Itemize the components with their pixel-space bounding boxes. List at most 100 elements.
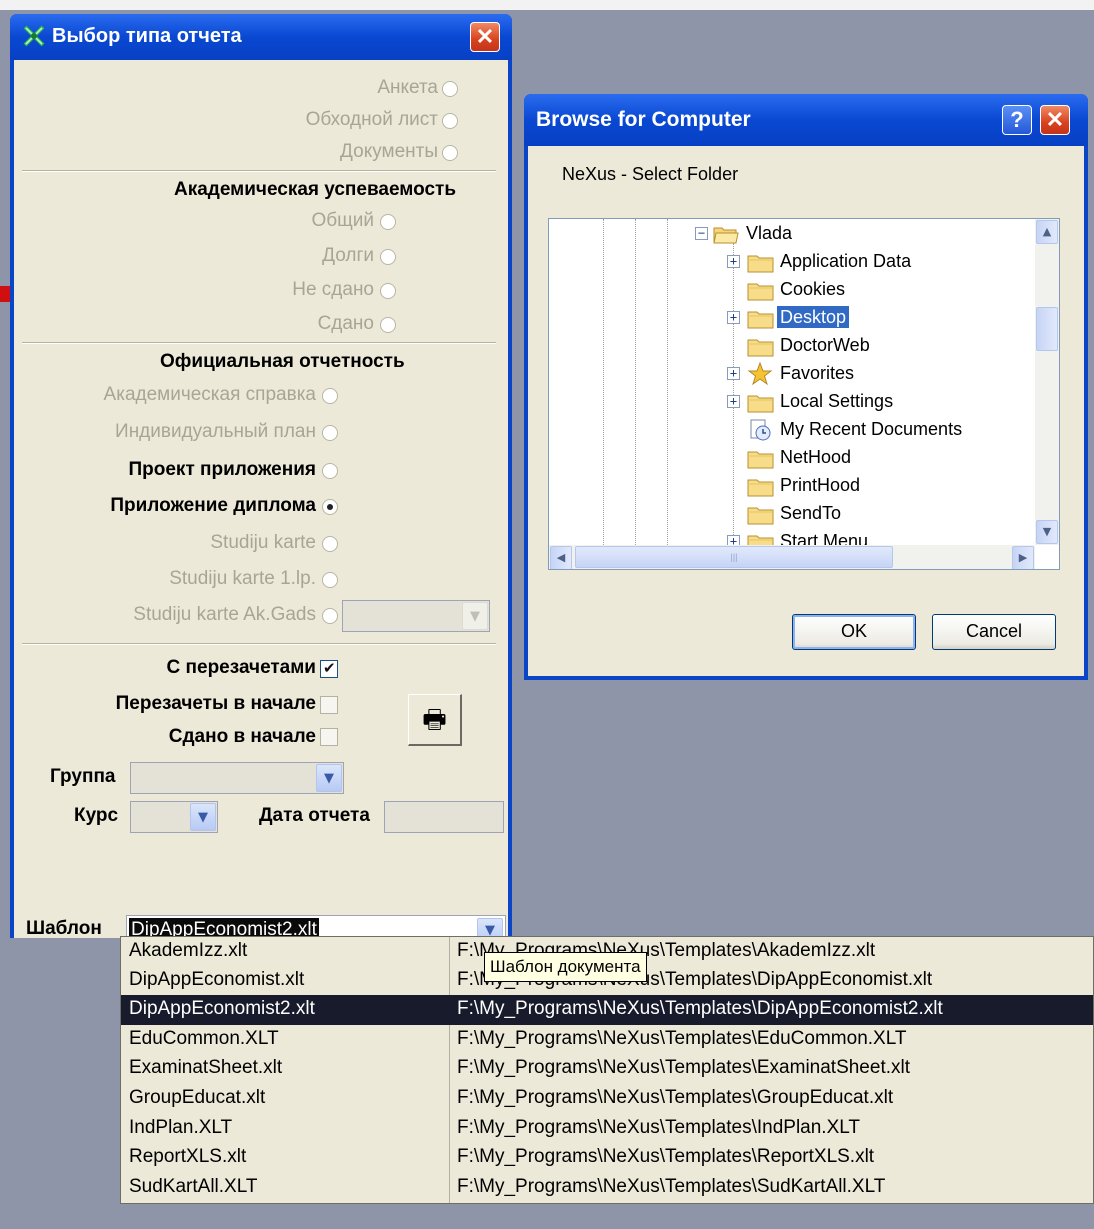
expand-icon[interactable]: +	[727, 395, 740, 408]
vertical-scrollbar[interactable]: ▲ ▼	[1035, 219, 1059, 545]
browse-dialog-close-button[interactable]: ✕	[1040, 105, 1070, 135]
folder-icon	[747, 283, 774, 301]
option-label-obshchiy: Общий	[311, 210, 374, 231]
radio-akademicheskaya-spravka[interactable]	[322, 388, 338, 404]
template-option-name: ExaminatSheet.xlt	[129, 1057, 283, 1078]
group-label: Группа	[50, 766, 116, 787]
template-option[interactable]: IndPlan.XLT F:\My_Programs\NeXus\Templat…	[121, 1114, 1093, 1144]
scroll-down-button[interactable]: ▼	[1036, 520, 1058, 544]
radio-prilozhenie-diploma[interactable]	[322, 499, 338, 515]
help-icon: ?	[1010, 107, 1024, 132]
scroll-up-button[interactable]: ▲	[1036, 220, 1058, 244]
folder-icon	[747, 479, 774, 497]
checkbox-sdano-v-nachale[interactable]	[320, 728, 338, 746]
folder-tree[interactable]: − Vlada + Application Data Cookies + Des…	[548, 218, 1060, 570]
divider	[22, 342, 496, 344]
template-option-path: F:\My_Programs\NeXus\Templates\ExaminatS…	[457, 1057, 911, 1078]
tree-item-label: NetHood	[780, 447, 852, 467]
report-window-close-button[interactable]: ✕	[470, 22, 500, 52]
template-option[interactable]: GroupEducat.xlt F:\My_Programs\NeXus\Tem…	[121, 1084, 1093, 1114]
printer-icon: 🖶	[422, 705, 447, 735]
group-select[interactable]: ▼	[130, 762, 344, 794]
tree-item-label: DoctorWeb	[780, 335, 870, 355]
template-option[interactable]: ReportXLS.xlt F:\My_Programs\NeXus\Templ…	[121, 1143, 1093, 1173]
option-label-anketa: Анкета	[377, 77, 438, 98]
template-option-name: DipAppEconomist2.xlt	[129, 998, 315, 1019]
template-option[interactable]: ExaminatSheet.xlt F:\My_Programs\NeXus\T…	[121, 1054, 1093, 1084]
radio-sdano[interactable]	[380, 317, 396, 333]
radio-dolgi[interactable]	[380, 249, 396, 265]
print-button[interactable]: 🖶	[408, 694, 462, 746]
radio-dokumenty[interactable]	[442, 145, 458, 161]
scroll-left-button[interactable]: ◀	[550, 546, 572, 569]
radio-obshchiy[interactable]	[380, 214, 396, 230]
option-label-individualnyy-plan: Индивидуальный план	[115, 421, 316, 442]
course-label: Курс	[74, 805, 119, 826]
help-button[interactable]: ?	[1002, 105, 1032, 135]
ak-gads-select[interactable]: ▼	[342, 600, 490, 632]
radio-studiju-karte-ak-gads[interactable]	[322, 608, 338, 624]
folder-open-icon	[713, 227, 739, 244]
option-label-proekt-prilozheniya: Проект приложения	[128, 459, 317, 480]
folder-icon	[747, 311, 774, 329]
arrow-down-icon: ▼	[1042, 525, 1052, 538]
radio-individualnyy-plan[interactable]	[322, 425, 338, 441]
browse-for-computer-dialog: Browse for Computer ? ✕ NeXus - Select F…	[524, 94, 1088, 680]
close-icon: ✕	[1045, 107, 1065, 132]
template-option-name: ReportXLS.xlt	[129, 1146, 247, 1167]
option-label-studiju-karte: Studiju karte	[210, 532, 316, 553]
radio-obkhodnoy-list[interactable]	[442, 113, 458, 129]
checkbox-label-perezachety-v-nachale: Перезачеты в начале	[115, 693, 316, 714]
folder-icon	[747, 395, 774, 413]
checkbox-label-sdano-v-nachale: Сдано в начале	[168, 726, 316, 747]
template-option-name: IndPlan.XLT	[129, 1117, 233, 1138]
template-option[interactable]: SudKartAll.XLT F:\My_Programs\NeXus\Temp…	[121, 1173, 1093, 1203]
report-date-label: Дата отчета	[259, 805, 370, 826]
folder-icon	[747, 451, 774, 469]
desktop-top-strip	[0, 0, 1094, 10]
template-tooltip: Шаблон документа	[484, 952, 647, 982]
horizontal-scroll-thumb[interactable]: |||	[575, 546, 893, 568]
report-type-window: Выбор типа отчета ✕ Анкета Обходной лист…	[10, 14, 512, 945]
academic-heading: Академическая успеваемость	[174, 179, 456, 200]
radio-studiju-karte-1lp[interactable]	[322, 572, 338, 588]
template-option-path: F:\My_Programs\NeXus\Templates\ReportXLS…	[457, 1146, 875, 1167]
arrow-right-icon: ▶	[1018, 551, 1028, 564]
browse-prompt: NeXus - Select Folder	[562, 164, 739, 184]
option-label-akademicheskaya-spravka: Академическая справка	[103, 384, 316, 405]
expand-icon[interactable]: +	[727, 367, 740, 380]
option-label-prilozhenie-diploma: Приложение диплома	[110, 495, 316, 516]
course-select[interactable]: ▼	[130, 801, 218, 833]
vertical-scroll-thumb[interactable]	[1036, 307, 1058, 351]
chevron-down-icon: ▼	[462, 602, 488, 630]
radio-anketa[interactable]	[442, 81, 458, 97]
star-icon	[747, 362, 773, 386]
report-window-titlebar[interactable]: Выбор типа отчета ✕	[10, 14, 512, 60]
expand-icon[interactable]: +	[727, 311, 740, 324]
template-option-name: DipAppEconomist.xlt	[129, 969, 305, 990]
template-option-path: F:\My_Programs\NeXus\Templates\GroupEduc…	[457, 1087, 894, 1108]
radio-proekt-prilozheniya[interactable]	[322, 463, 338, 479]
option-label-sdano: Сдано	[317, 313, 374, 334]
tree-item-label: Local Settings	[780, 391, 894, 411]
template-option-selected[interactable]: DipAppEconomist2.xlt F:\My_Programs\NeXu…	[121, 995, 1093, 1025]
scroll-right-button[interactable]: ▶	[1012, 546, 1034, 569]
checkbox-perezachety-v-nachale[interactable]	[320, 696, 338, 714]
chevron-down-icon: ▼	[190, 803, 216, 831]
radio-studiju-karte[interactable]	[322, 536, 338, 552]
tree-item-label: Cookies	[780, 279, 846, 299]
option-label-studiju-karte-1lp: Studiju karte 1.lp.	[169, 568, 316, 589]
browse-dialog-titlebar[interactable]: Browse for Computer ? ✕	[524, 94, 1088, 146]
radio-ne-sdano[interactable]	[380, 283, 396, 299]
expand-icon[interactable]: +	[727, 255, 740, 268]
cancel-button[interactable]: Cancel	[932, 614, 1056, 650]
horizontal-scrollbar[interactable]: ◀ ||| ▶	[549, 545, 1035, 569]
template-option-name: GroupEducat.xlt	[129, 1087, 266, 1108]
divider	[22, 170, 496, 172]
report-date-field[interactable]	[384, 801, 504, 833]
checkbox-s-perezachetami[interactable]	[320, 659, 338, 678]
template-option[interactable]: EduCommon.XLT F:\My_Programs\NeXus\Templ…	[121, 1025, 1093, 1055]
browse-dialog-client: NeXus - Select Folder − Vlada + Applicat…	[528, 146, 1084, 676]
ok-button[interactable]: OK	[792, 614, 916, 650]
collapse-icon[interactable]: −	[695, 227, 708, 240]
